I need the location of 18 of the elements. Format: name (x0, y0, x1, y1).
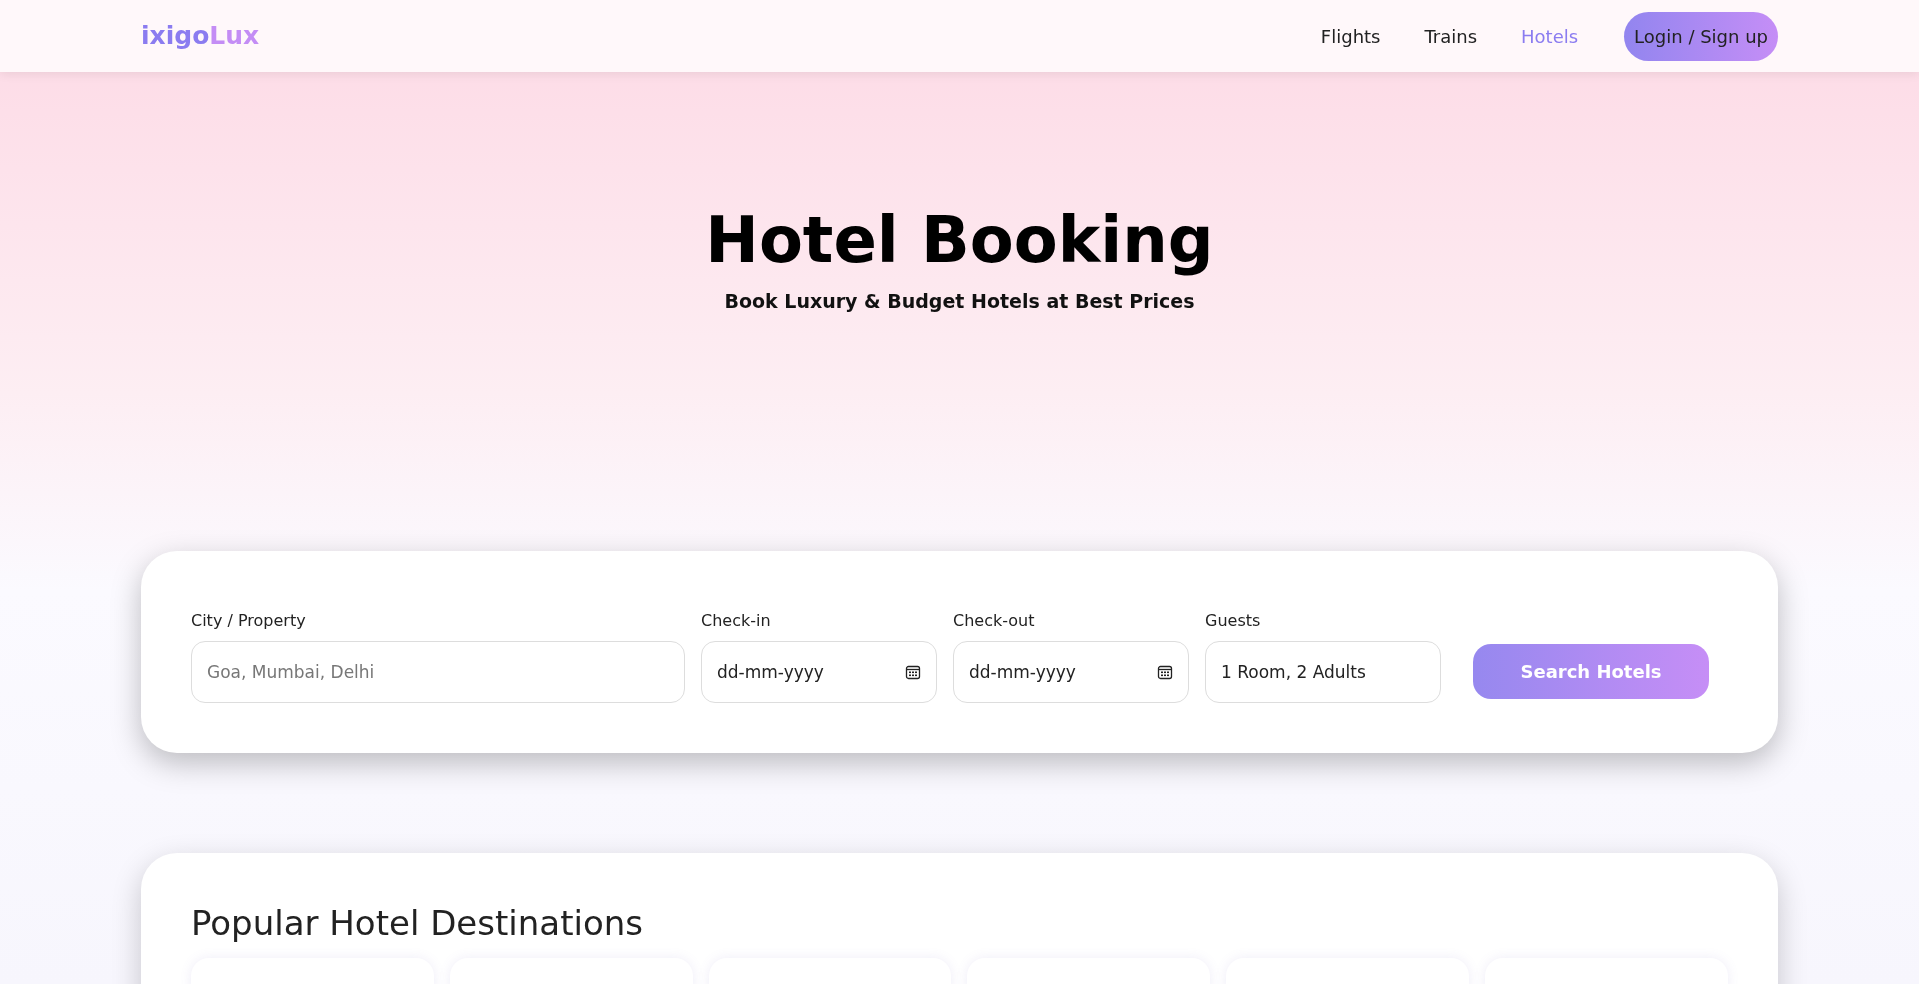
calendar-icon[interactable] (905, 664, 921, 680)
date-field[interactable]: dd-mm-yyyy (701, 641, 937, 703)
login-button[interactable]: Login / Sign up (1624, 11, 1778, 61)
logo[interactable]: ixigoLux (141, 17, 260, 55)
input-field[interactable]: Goa, Mumbai, Delhi (191, 641, 685, 703)
nav-link[interactable]: Flights (1298, 22, 1403, 50)
nav-link[interactable]: Trains (1402, 22, 1500, 50)
hero-subtitle: Book Luxury & Budget Hotels at Best Prices (723, 288, 1196, 314)
hero-title: Hotel Booking (704, 202, 1215, 279)
calendar-icon[interactable] (1157, 664, 1173, 680)
nav-link[interactable]: Hotels (1499, 22, 1601, 50)
field-label: Check-out (953, 610, 1036, 632)
date-field[interactable]: dd-mm-yyyy (953, 641, 1189, 703)
section-heading: Popular Hotel Destinations (191, 903, 644, 944)
field-label: Check-in (701, 610, 772, 632)
field-label: City / Property (191, 610, 307, 632)
input-field[interactable]: 1 Room, 2 Adults (1205, 641, 1441, 703)
field-label: Guests (1205, 610, 1262, 632)
